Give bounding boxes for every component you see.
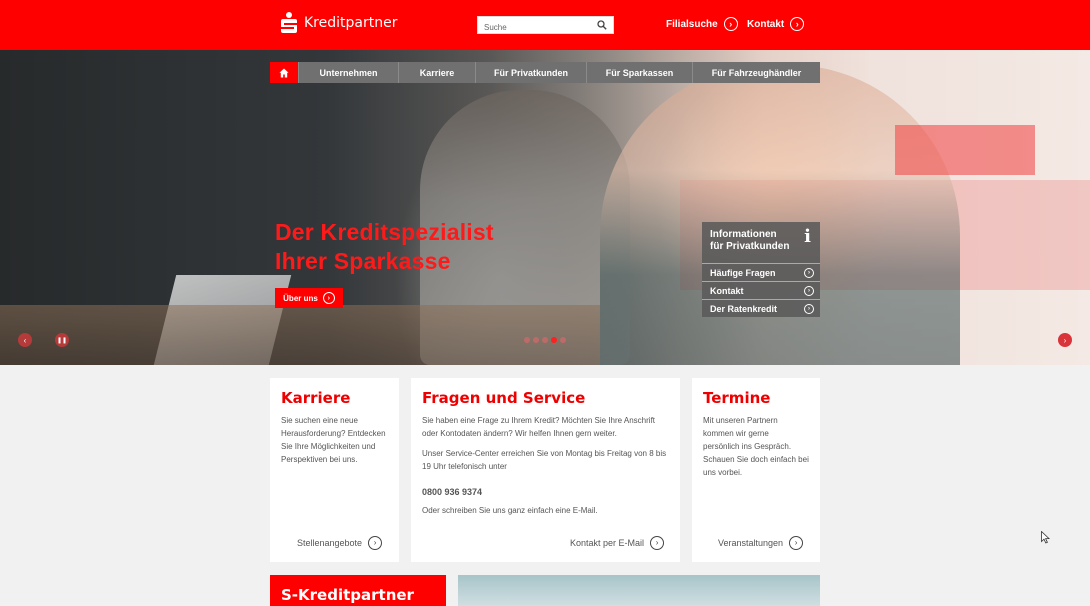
chevron-right-circle-icon: › (368, 536, 383, 550)
cta-label: Stellenangebote (297, 538, 363, 548)
info-box-title-line-2: für Privatkunden (710, 241, 790, 252)
card-title: Karriere (281, 389, 351, 407)
text-line: Schauen Sie doch einfach bei (703, 455, 809, 464)
text-line: Sie haben eine Frage zu Ihrem Kredit? Mö… (422, 416, 656, 425)
brand-name: Kreditpartner (304, 15, 398, 31)
filialsuche-label: Filialsuche (666, 18, 718, 30)
card-termine: Termine Mit unseren Partnern kommen wir … (692, 378, 820, 562)
hero-banner (0, 50, 1090, 365)
kontakt-per-email-link[interactable]: Kontakt per E-Mail › (570, 536, 665, 550)
info-box-header: Informationen für Privatkunden i (702, 222, 820, 263)
text-line: persönlich ins Gespräch. (703, 442, 792, 451)
nav-item-fahrzeughaendler[interactable]: Für Fahrzeughändler (692, 62, 820, 83)
hero-photo-woman (600, 65, 960, 365)
info-box-title-line-1: Informationen (710, 229, 777, 240)
nav-item-karriere[interactable]: Karriere (398, 62, 475, 83)
slider-dot[interactable] (560, 337, 566, 343)
top-bar: Kreditpartner Filialsuche › Kontakt › (0, 0, 1090, 50)
chevron-right-circle-icon: › (723, 17, 738, 31)
pause-icon: ❚❚ (56, 337, 68, 344)
ueber-uns-button[interactable]: Über uns › (275, 288, 343, 308)
text-line: 19 Uhr telefonisch unter (422, 462, 507, 471)
nav-item-unternehmen[interactable]: Unternehmen (298, 62, 398, 83)
cta-label: Veranstaltungen (718, 538, 784, 548)
chevron-right-circle-icon: › (804, 267, 814, 278)
chevron-right-icon: › (1063, 335, 1067, 345)
nav-item-sparkassen[interactable]: Für Sparkassen (586, 62, 692, 83)
info-item-label: Der Ratenkredit (710, 303, 778, 314)
card-text: Sie suchen eine neue Herausforderung? En… (281, 414, 386, 466)
info-item-ratenkredit[interactable]: Der Ratenkredit › (702, 299, 820, 317)
kontakt-label: Kontakt (747, 18, 785, 30)
sparkasse-s-icon (281, 12, 297, 34)
cta-label: Kontakt per E-Mail (570, 538, 645, 548)
chevron-right-circle-icon: › (804, 303, 814, 314)
card-text: Sie haben eine Frage zu Ihrem Kredit? Mö… (422, 414, 655, 440)
hero-headline: Der Kreditspezialist Ihrer Sparkasse (275, 218, 494, 276)
text-line: Perspektiven bei uns. (281, 455, 358, 464)
text-line: oder Kontodaten ändern? Wir helfen Ihnen… (422, 429, 617, 438)
main-navigation: Unternehmen Karriere Für Privatkunden Fü… (270, 62, 820, 83)
stellenangebote-link[interactable]: Stellenangebote › (297, 536, 383, 550)
text-line: Mit unseren Partnern (703, 416, 778, 425)
search-input[interactable] (478, 19, 588, 36)
text-line: Unser Service-Center erreichen Sie von M… (422, 449, 667, 458)
card-text: Unser Service-Center erreichen Sie von M… (422, 447, 666, 473)
chevron-right-circle-icon: › (322, 292, 335, 304)
card-text: Oder schreiben Sie uns ganz einfach eine… (422, 506, 598, 515)
ueber-uns-label: Über uns (283, 293, 318, 303)
chevron-right-circle-icon: › (650, 536, 665, 550)
info-icon: i (804, 226, 811, 247)
brand-logo[interactable]: Kreditpartner (281, 12, 397, 34)
search-icon[interactable] (597, 20, 607, 30)
text-line: Sie Ihre Möglichkeiten und (281, 442, 376, 451)
info-item-kontakt[interactable]: Kontakt › (702, 281, 820, 299)
slider-pause-button[interactable]: ❚❚ (55, 333, 69, 347)
home-button[interactable] (270, 62, 298, 83)
info-item-haeufige-fragen[interactable]: Häufige Fragen › (702, 263, 820, 281)
text-line: Sie suchen eine neue (281, 416, 358, 425)
slider-dot-active[interactable] (551, 337, 557, 343)
chevron-right-circle-icon: › (790, 17, 805, 31)
chevron-left-icon: ‹ (23, 335, 27, 345)
hero-background-decoration (895, 125, 1035, 175)
hero-headline-line-2: Ihrer Sparkasse (275, 248, 451, 274)
teaser-title: S-Kreditpartner (281, 586, 414, 604)
slider-next-button[interactable]: › (1058, 333, 1072, 347)
slider-prev-button[interactable]: ‹ (18, 333, 32, 347)
card-title: Termine (703, 389, 771, 407)
slider-dot[interactable] (524, 337, 530, 343)
card-fragen-service: Fragen und Service Sie haben eine Frage … (411, 378, 680, 562)
search-box[interactable] (477, 16, 614, 36)
card-text: Mit unseren Partnern kommen wir gerne pe… (703, 414, 809, 479)
info-item-label: Kontakt (710, 285, 744, 296)
text-line: uns vorbei. (703, 468, 743, 477)
hero-headline-line-1: Der Kreditspezialist (275, 219, 494, 245)
veranstaltungen-link[interactable]: Veranstaltungen › (718, 536, 804, 550)
filialsuche-link[interactable]: Filialsuche › (666, 17, 738, 31)
slider-dot[interactable] (542, 337, 548, 343)
chevron-right-circle-icon: › (789, 536, 804, 550)
service-phone-number[interactable]: 0800 936 9374 (422, 486, 482, 499)
kontakt-link[interactable]: Kontakt › (747, 17, 805, 31)
s-kreditpartner-teaser[interactable]: S-Kreditpartner (270, 575, 446, 606)
hero-photo-desk (0, 305, 600, 365)
info-box-privatkunden: Informationen für Privatkunden i Häufige… (702, 222, 820, 317)
home-icon (279, 68, 289, 77)
text-line: kommen wir gerne (703, 429, 769, 438)
card-karriere: Karriere Sie suchen eine neue Herausford… (270, 378, 399, 562)
text-line: Herausforderung? Entdecken (281, 429, 386, 438)
card-title: Fragen und Service (422, 389, 586, 407)
nav-item-privatkunden[interactable]: Für Privatkunden (475, 62, 586, 83)
slider-dot[interactable] (533, 337, 539, 343)
chevron-right-circle-icon: › (804, 285, 814, 296)
info-item-label: Häufige Fragen (710, 267, 776, 278)
slider-pagination (524, 337, 566, 343)
teaser-image (458, 575, 820, 606)
mouse-cursor-icon (1041, 531, 1050, 544)
